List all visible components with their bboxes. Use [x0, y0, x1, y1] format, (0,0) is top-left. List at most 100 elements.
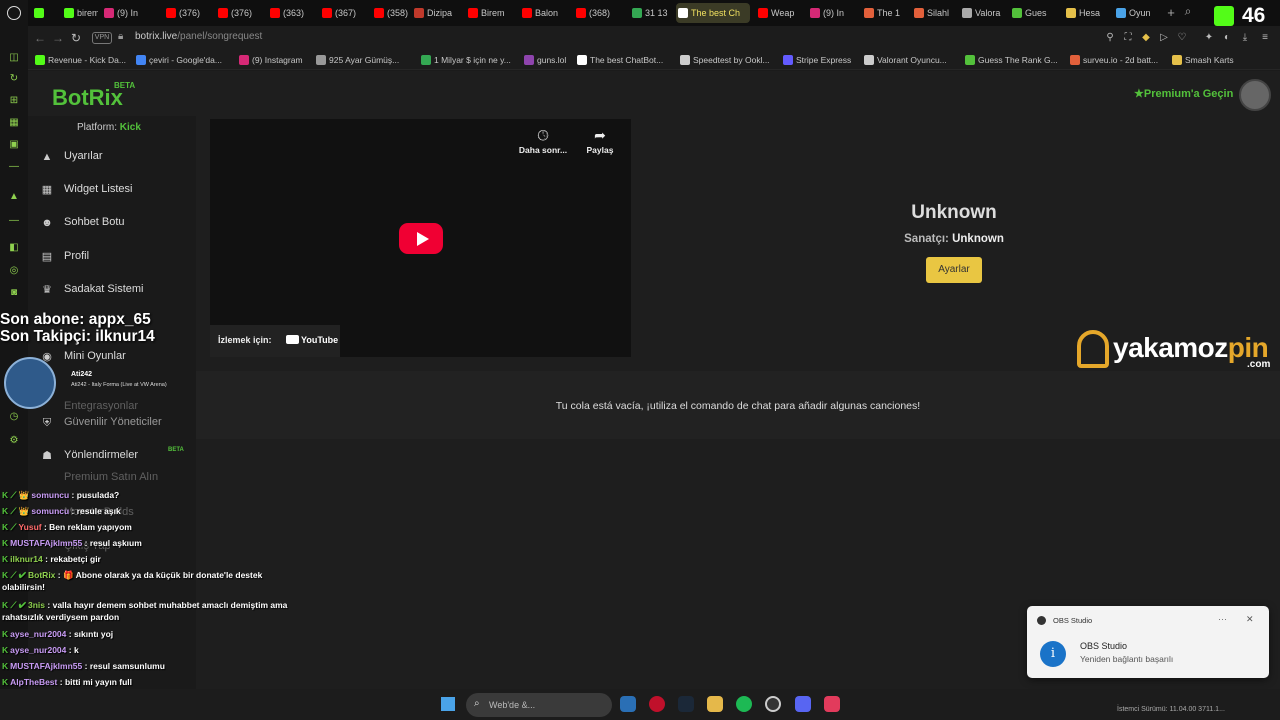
steam-icon[interactable] — [678, 696, 694, 712]
more-options-icon[interactable]: ··· — [1218, 614, 1227, 624]
menu-icon[interactable]: ≡ — [1258, 31, 1272, 45]
vpn-badge[interactable]: VPN — [92, 32, 112, 44]
obs-notification[interactable]: OBS Studio ··· ✕ i OBS Studio Yeniden ba… — [1027, 606, 1269, 678]
address-bar: ← → ↻ VPN 🔒︎ botrix.live/panel/songreque… — [28, 26, 1280, 50]
nav-item[interactable]: ☗ Yönlendirmeler BETA — [40, 445, 190, 467]
browser-tab[interactable]: (363) — [268, 3, 310, 23]
back-icon[interactable]: ← — [32, 30, 48, 46]
tab-label: (368) — [589, 8, 611, 18]
bookmark[interactable]: surveu.io - 2d batt... — [1070, 53, 1158, 67]
url-field[interactable]: botrix.live/panel/songrequest — [135, 31, 262, 42]
browser-tab[interactable]: Gues — [1010, 3, 1054, 23]
youtube-player[interactable]: 🕓︎ Daha sonr... ➦ Paylaş İzlemek için: Y… — [210, 119, 631, 357]
browser-tab[interactable]: Dizipa — [412, 3, 456, 23]
spotify-icon[interactable] — [736, 696, 752, 712]
settings-icon[interactable]: ⚙ — [7, 434, 21, 448]
forward-icon[interactable]: → — [50, 30, 66, 46]
adblock-icon[interactable]: ◆ — [1139, 31, 1153, 45]
opera-logo-icon[interactable] — [7, 6, 21, 20]
opera-gx-icon[interactable] — [649, 696, 665, 712]
bookmark[interactable]: guns.lol — [524, 53, 566, 67]
heart-icon[interactable]: ♡ — [1175, 31, 1189, 45]
taskbar-search[interactable]: ⌕ Web'de &... — [466, 693, 612, 717]
bag-icon[interactable]: ⊞ — [7, 94, 21, 108]
last-subscriber: Son abone: appx_65 — [0, 311, 151, 328]
share-button[interactable]: ➦ Paylaş — [580, 127, 620, 155]
chat-message: K ⟋ ✔ BotRix : 🎁 Abone olarak ya da küçük… — [2, 569, 307, 593]
watch-on-youtube[interactable]: İzlemek için: YouTube — [210, 325, 340, 357]
valorant-icon[interactable] — [824, 696, 840, 712]
nav-item[interactable]: Premium Satın Alın — [40, 467, 190, 489]
snapshot-icon[interactable]: ⛶ — [1121, 31, 1135, 45]
download-icon[interactable]: ⤓ — [1238, 31, 1252, 45]
tab-favicon-icon — [758, 8, 768, 18]
bookmark[interactable]: Speedtest by Ookl... — [680, 53, 770, 67]
bookmark[interactable]: Smash Karts — [1172, 53, 1234, 67]
browser-tab[interactable]: (368) — [574, 3, 620, 23]
browser-tab[interactable]: birem — [62, 3, 98, 23]
pin-icon[interactable]: ⚲ — [1103, 31, 1117, 45]
settings-button[interactable]: Ayarlar — [926, 257, 982, 283]
browser-tab[interactable]: The best Ch — [676, 3, 750, 23]
browser-tab[interactable]: Valora — [960, 3, 1004, 23]
new-tab-button[interactable]: + — [1163, 3, 1179, 23]
nav-item[interactable]: ☻ Sohbet Botu — [40, 212, 190, 234]
browser-tab[interactable]: Oyun — [1114, 3, 1158, 23]
bookmark[interactable]: 1 Milyar $ için ne y... — [421, 53, 511, 67]
extensions-icon[interactable]: ✦ — [1202, 31, 1216, 45]
browser-tab[interactable]: Birem — [466, 3, 510, 23]
account-icon[interactable]: ◐ — [1220, 31, 1234, 45]
browser-tab[interactable]: (367) — [320, 3, 362, 23]
crypto-wallet-icon[interactable]: ▦ — [7, 116, 21, 130]
bookmark[interactable]: çeviri - Google'da... — [136, 53, 222, 67]
browser-tab[interactable]: (376) — [164, 3, 206, 23]
reload-icon[interactable]: ↻ — [68, 30, 84, 46]
discord-icon[interactable] — [795, 696, 811, 712]
twitch-icon[interactable]: ◧ — [7, 241, 21, 255]
browser-tab[interactable]: Silahl — [912, 3, 954, 23]
bookmark[interactable]: Guess The Rank G... — [965, 53, 1058, 67]
chat-username: somuncu — [31, 506, 70, 516]
bookmark[interactable]: Revenue - Kick Da... — [35, 53, 126, 67]
nav-item[interactable]: ▦ Widget Listesi — [40, 179, 190, 201]
whatsapp-icon[interactable]: ◎ — [7, 264, 21, 278]
browser-tab[interactable] — [32, 3, 52, 23]
lock-icon[interactable]: 🔒︎ — [118, 31, 128, 45]
bookmark[interactable]: Valorant Oyuncu... — [864, 53, 947, 67]
bookmark[interactable]: The best ChatBot... — [577, 53, 663, 67]
bookmark[interactable]: Stripe Express — [783, 53, 851, 67]
avatar[interactable] — [1239, 79, 1271, 111]
player-icon[interactable]: ▷ — [1157, 31, 1171, 45]
browser-tab[interactable]: (9) In — [808, 3, 854, 23]
tab-search-icon[interactable]: ⌕ — [1180, 4, 1196, 22]
app-icon-1[interactable] — [620, 696, 636, 712]
music-player-icon[interactable]: ▣ — [7, 138, 21, 152]
premium-link[interactable]: ★Premium'a Geçin — [1134, 87, 1233, 100]
instagram-icon[interactable]: ◙ — [7, 286, 21, 300]
browser-tab[interactable]: Balon — [520, 3, 564, 23]
browser-tab[interactable]: 31 13 — [630, 3, 672, 23]
bookmark[interactable]: 925 Ayar Gümüş... — [316, 53, 399, 67]
aria-icon[interactable]: ▲ — [7, 190, 21, 204]
browser-tab[interactable]: The 1 — [862, 3, 906, 23]
watch-later-button[interactable]: 🕓︎ Daha sonr... — [518, 127, 568, 155]
nav-item[interactable]: ▲ Uyarılar — [40, 146, 190, 168]
browser-tab[interactable]: Weap — [756, 3, 802, 23]
bookmark[interactable]: (9) Instagram — [239, 53, 303, 67]
refresh-icon[interactable]: ↻ — [7, 72, 21, 86]
close-icon[interactable]: ✕ — [1246, 614, 1254, 625]
browser-tab[interactable]: (9) In — [102, 3, 150, 23]
browser-tab[interactable]: (358) — [372, 3, 414, 23]
browser-tab[interactable]: (376) — [216, 3, 258, 23]
file-explorer-icon[interactable] — [707, 696, 723, 712]
nav-item[interactable]: ♛ Sadakat Sistemi — [40, 279, 190, 301]
play-button[interactable] — [399, 223, 443, 254]
history-icon[interactable]: ◷ — [7, 410, 21, 424]
windows-start-icon[interactable] — [441, 697, 455, 711]
chat-badges: K — [2, 677, 9, 687]
browser-tab[interactable]: Hesa — [1064, 3, 1108, 23]
nav-item[interactable]: ▤ Profil — [40, 246, 190, 268]
obs-icon[interactable] — [765, 696, 781, 712]
brand-logo[interactable]: BotRix — [52, 85, 123, 111]
ai-icon[interactable]: ◫ — [7, 51, 21, 65]
